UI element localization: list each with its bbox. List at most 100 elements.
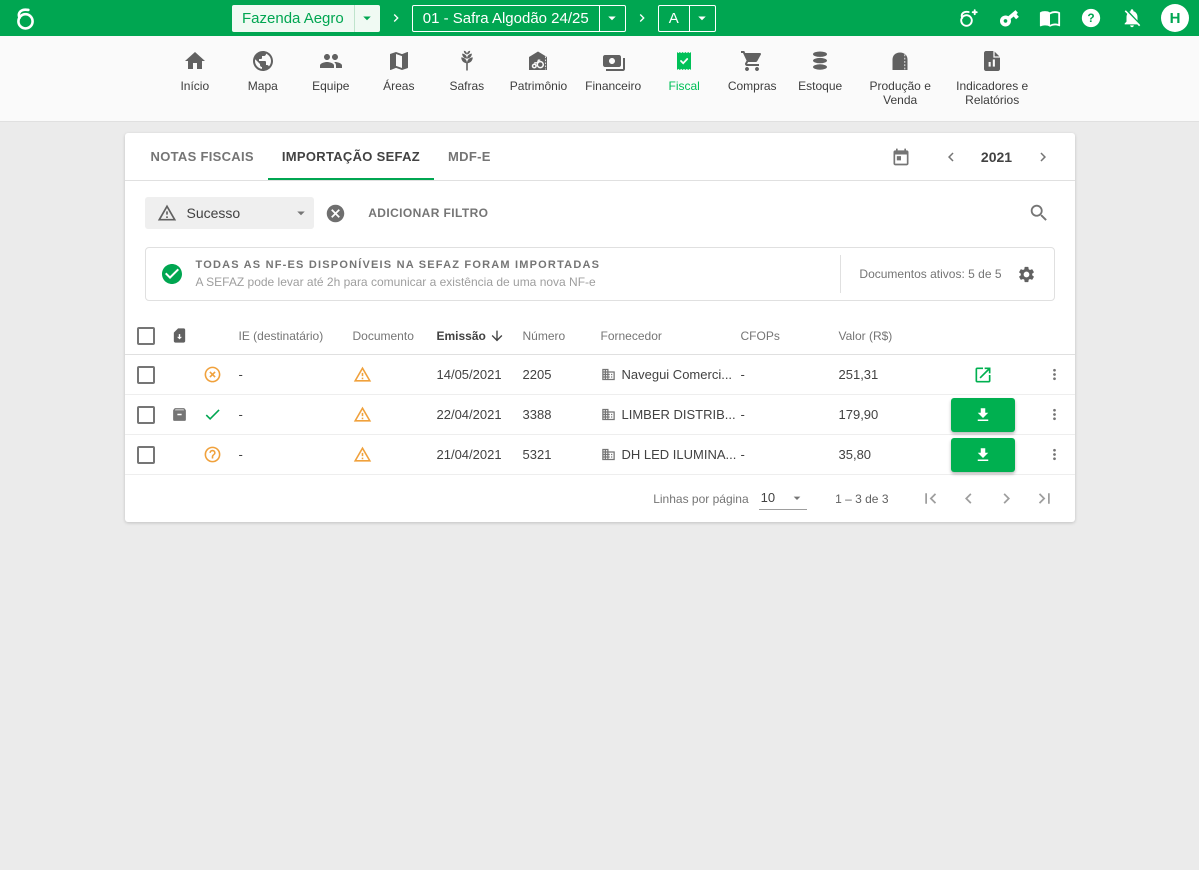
chevron-down-icon xyxy=(789,490,805,506)
select-all-checkbox[interactable] xyxy=(137,327,155,345)
col-numero[interactable]: Número xyxy=(523,329,601,343)
row-checkbox[interactable] xyxy=(137,366,155,384)
search-icon[interactable] xyxy=(1023,197,1055,229)
clear-filter-button[interactable] xyxy=(324,202,346,224)
year-navigator: 2021 xyxy=(935,141,1059,173)
cart-icon xyxy=(740,49,764,73)
chevron-down-icon[interactable] xyxy=(354,5,380,32)
context-selectors: Fazenda Aegro 01 - Safra Algodão 24/25 A xyxy=(232,5,716,32)
nav-item-areas[interactable]: Áreas xyxy=(368,49,430,94)
tab-importacao-sefaz[interactable]: IMPORTAÇÃO SEFAZ xyxy=(268,133,434,180)
add-filter-button[interactable]: ADICIONAR FILTRO xyxy=(368,206,488,220)
season-selector[interactable]: 01 - Safra Algodão 24/25 xyxy=(412,5,626,32)
aegro-add-icon[interactable] xyxy=(956,6,980,30)
open-external-button[interactable] xyxy=(931,365,1035,385)
download-button[interactable] xyxy=(951,398,1015,432)
col-emissao[interactable]: Emissão xyxy=(437,328,523,344)
rows-per-page-value: 10 xyxy=(761,490,775,505)
cell-emissao: 22/04/2021 xyxy=(437,407,523,422)
farm-selector[interactable]: Fazenda Aegro xyxy=(232,5,380,32)
import-status-banner: TODAS AS NF-ES DISPONÍVEIS NA SEFAZ FORA… xyxy=(145,247,1055,301)
building-icon xyxy=(601,447,616,462)
download-button[interactable] xyxy=(951,438,1015,472)
prev-page-button[interactable] xyxy=(953,483,985,515)
nav-item-fiscal[interactable]: Fiscal xyxy=(653,49,715,94)
nav-item-safras[interactable]: Safras xyxy=(436,49,498,94)
first-page-button[interactable] xyxy=(915,483,947,515)
chevron-down-icon[interactable] xyxy=(689,6,715,31)
nav-item-estoque[interactable]: Estoque xyxy=(789,49,851,94)
cell-ie: - xyxy=(239,447,353,462)
col-fornecedor[interactable]: Fornecedor xyxy=(601,329,741,343)
status-unknown-icon xyxy=(203,445,239,464)
col-ie[interactable]: IE (destinatário) xyxy=(239,329,353,343)
cell-emissao: 14/05/2021 xyxy=(437,367,523,382)
cell-cfops: - xyxy=(741,367,839,382)
active-docs-label: Documentos ativos: 5 de 5 xyxy=(859,267,1001,281)
nav-item-equipe[interactable]: Equipe xyxy=(300,49,362,94)
kebab-icon xyxy=(1046,446,1063,463)
key-icon[interactable] xyxy=(997,6,1021,30)
next-page-button[interactable] xyxy=(991,483,1023,515)
tab-notas-fiscais[interactable]: NOTAS FISCAIS xyxy=(137,133,268,180)
main-navigation: Início Mapa Equipe Áreas Safras Patrimôn… xyxy=(0,36,1199,122)
col-cfops[interactable]: CFOPs xyxy=(741,329,839,343)
nav-item-compras[interactable]: Compras xyxy=(721,49,783,94)
table-row[interactable]: - 21/04/2021 5321 DH LED ILUMINA... - 35… xyxy=(125,435,1075,475)
help-icon[interactable]: ? xyxy=(1079,6,1103,30)
nav-item-indicadores[interactable]: Indicadores e Relatórios xyxy=(949,49,1035,108)
nav-label: Áreas xyxy=(383,80,414,94)
nav-label: Fiscal xyxy=(669,80,700,94)
tab-mdf-e[interactable]: MDF-E xyxy=(434,133,505,180)
cell-emissao: 21/04/2021 xyxy=(437,447,523,462)
documento-warning-icon[interactable] xyxy=(353,445,437,464)
notifications-off-icon[interactable] xyxy=(1120,6,1144,30)
last-page-button[interactable] xyxy=(1029,483,1061,515)
documento-warning-icon[interactable] xyxy=(353,405,437,424)
nav-item-producao-venda[interactable]: Produção e Venda xyxy=(857,49,943,108)
nav-label: Compras xyxy=(728,80,777,94)
building-icon xyxy=(601,367,616,382)
chevron-down-icon[interactable] xyxy=(292,204,310,222)
nav-label: Patrimônio xyxy=(510,80,567,94)
chevron-down-icon[interactable] xyxy=(599,6,625,31)
row-menu-button[interactable] xyxy=(1035,446,1075,463)
next-year-button[interactable] xyxy=(1027,141,1059,173)
row-checkbox[interactable] xyxy=(137,446,155,464)
status-filter-chip[interactable]: Sucesso xyxy=(145,197,315,229)
plot-selector-label: A xyxy=(659,10,689,27)
season-selector-label: 01 - Safra Algodão 24/25 xyxy=(413,10,599,27)
map-icon xyxy=(387,49,411,73)
open-in-new-icon xyxy=(973,365,993,385)
rows-per-page-label: Linhas por página xyxy=(653,492,748,506)
book-icon[interactable] xyxy=(1038,6,1062,30)
nav-item-financeiro[interactable]: Financeiro xyxy=(579,49,647,94)
farm-selector-label: Fazenda Aegro xyxy=(232,10,354,27)
nav-label: Início xyxy=(180,80,209,94)
globe-icon xyxy=(251,49,275,73)
row-menu-button[interactable] xyxy=(1035,366,1075,383)
calendar-icon[interactable] xyxy=(885,141,917,173)
rows-per-page-select[interactable]: 10 xyxy=(759,488,807,510)
plot-selector[interactable]: A xyxy=(658,5,716,32)
nav-item-patrimonio[interactable]: Patrimônio xyxy=(504,49,573,94)
cell-fornecedor: DH LED ILUMINA... xyxy=(601,447,741,462)
col-documento[interactable]: Documento xyxy=(353,329,437,343)
row-checkbox[interactable] xyxy=(137,406,155,424)
building-icon xyxy=(601,407,616,422)
nav-label: Indicadores e Relatórios xyxy=(955,80,1029,108)
user-avatar[interactable]: H xyxy=(1161,4,1189,32)
nav-item-inicio[interactable]: Início xyxy=(164,49,226,94)
documento-warning-icon[interactable] xyxy=(353,365,437,384)
archive-icon xyxy=(171,406,203,423)
gear-icon[interactable] xyxy=(1014,261,1040,287)
row-menu-button[interactable] xyxy=(1035,406,1075,423)
nav-item-mapa[interactable]: Mapa xyxy=(232,49,294,94)
nav-label: Estoque xyxy=(798,80,842,94)
pagination: Linhas por página 10 1 – 3 de 3 xyxy=(125,475,1075,522)
prev-year-button[interactable] xyxy=(935,141,967,173)
col-valor[interactable]: Valor (R$) xyxy=(839,329,931,343)
wheat-icon xyxy=(455,49,479,73)
table-row[interactable]: - 22/04/2021 3388 LIMBER DISTRIB... - 17… xyxy=(125,395,1075,435)
table-row[interactable]: - 14/05/2021 2205 Navegui Comerci... - 2… xyxy=(125,355,1075,395)
